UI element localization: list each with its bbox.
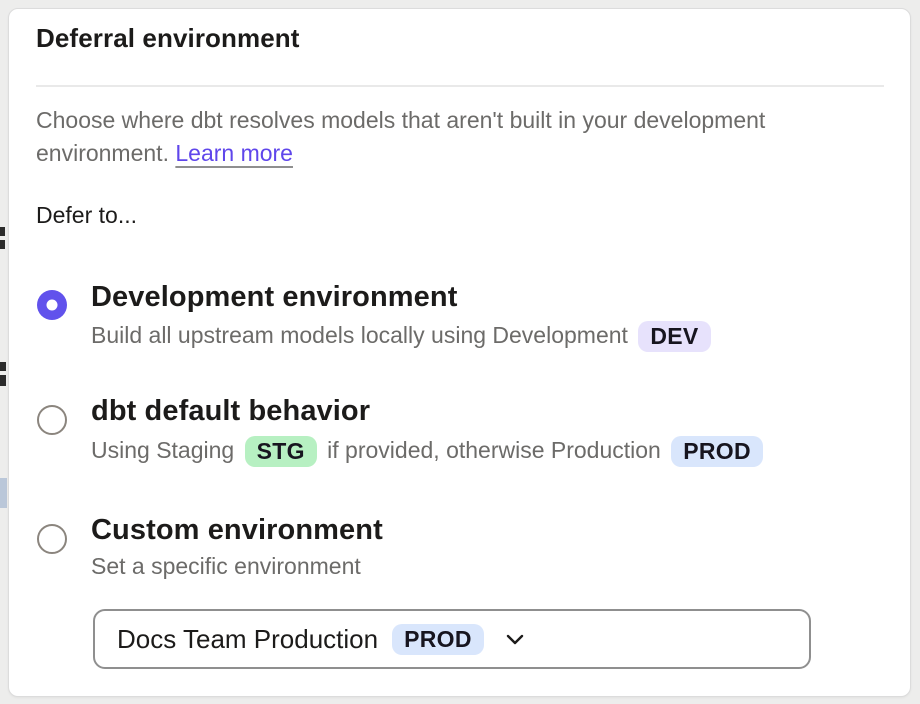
badge-dev: DEV <box>638 321 710 352</box>
option-subtitle-development-environment: Build all upstream models locally using … <box>91 319 715 352</box>
radio-dbt-default-behavior[interactable] <box>37 405 67 435</box>
edge-artifact <box>0 240 5 249</box>
deferral-environment-panel: Deferral environment Choose where dbt re… <box>8 8 911 697</box>
description-line1: Choose where dbt resolves models that ar… <box>36 107 765 133</box>
radio-development-environment[interactable] <box>37 290 67 320</box>
screen: Deferral environment Choose where dbt re… <box>0 0 920 704</box>
subtitle-text: Build all upstream models locally using … <box>91 322 628 348</box>
description-line2: environment. <box>36 140 175 166</box>
radio-custom-environment[interactable] <box>37 524 67 554</box>
badge-stg: STG <box>245 436 317 467</box>
edge-artifact <box>0 375 6 386</box>
edge-artifact <box>0 362 6 371</box>
option-label-dbt-default-behavior[interactable]: dbt default behavior <box>91 393 370 429</box>
selected-environment-name: Docs Team Production <box>117 624 378 655</box>
chevron-down-icon <box>506 634 524 645</box>
option-subtitle-custom-environment: Set a specific environment <box>91 550 361 583</box>
option-subtitle-dbt-default-behavior: Using Staging STG if provided, otherwise… <box>91 434 767 467</box>
edge-artifact <box>0 227 5 236</box>
subtitle-text: Set a specific environment <box>91 553 361 579</box>
edge-artifact <box>0 478 7 508</box>
subtitle-text: if provided, otherwise Production <box>327 437 661 463</box>
badge-prod: PROD <box>671 436 763 467</box>
subtitle-text: Using Staging <box>91 437 234 463</box>
divider <box>36 85 884 87</box>
option-label-custom-environment[interactable]: Custom environment <box>91 512 383 548</box>
panel-title: Deferral environment <box>36 21 300 55</box>
defer-to-label: Defer to... <box>36 200 137 230</box>
panel-description: Choose where dbt resolves models that ar… <box>36 104 765 170</box>
custom-environment-select[interactable]: Docs Team Production PROD <box>93 609 811 669</box>
badge-prod: PROD <box>392 624 484 655</box>
learn-more-link[interactable]: Learn more <box>175 140 293 166</box>
option-label-development-environment[interactable]: Development environment <box>91 279 458 315</box>
